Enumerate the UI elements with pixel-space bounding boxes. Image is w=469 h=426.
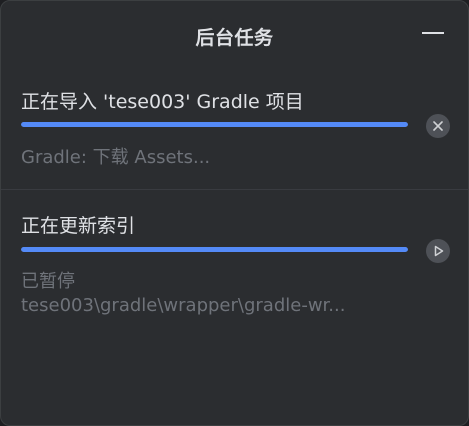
cancel-task-button[interactable] <box>426 114 450 138</box>
resume-icon <box>434 245 444 257</box>
task-status: 已暂停 <box>21 271 75 292</box>
cancel-icon <box>433 121 443 131</box>
task-title: 正在更新索引 <box>21 215 136 237</box>
task-progress-fill <box>21 247 408 252</box>
panel-title: 后台任务 <box>195 27 274 49</box>
minimize-button[interactable] <box>415 21 451 45</box>
background-tasks-panel: 后台任务 正在导入 'tese003' Gradle 项目 Gradle: 下载… <box>0 0 469 426</box>
minimize-icon <box>422 32 444 34</box>
task-progress-bar <box>21 122 408 127</box>
task-detail: tese003\gradle\wrapper\gradle-wr... <box>21 295 346 316</box>
resume-task-button[interactable] <box>426 239 450 263</box>
task-title: 正在导入 'tese003' Gradle 项目 <box>21 91 304 113</box>
task-progress-bar <box>21 247 408 252</box>
task-progress-fill <box>21 122 408 127</box>
task-divider <box>1 189 468 190</box>
task-status: Gradle: 下载 Assets... <box>21 147 211 168</box>
panel-header: 后台任务 <box>1 1 468 71</box>
